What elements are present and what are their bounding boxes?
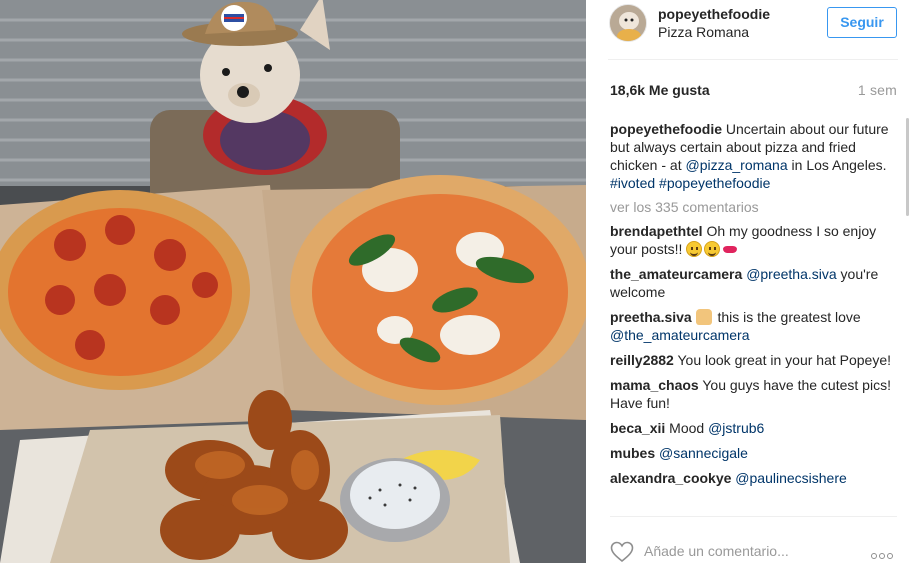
comment-username[interactable]: beca_xii <box>610 420 665 436</box>
caption-hashtag-ivoted[interactable]: #ivoted <box>610 175 655 191</box>
comment-mention[interactable]: @paulinecsishere <box>735 470 847 486</box>
comment-username[interactable]: mama_chaos <box>610 377 699 393</box>
caption-text-2: in Los Angeles. <box>787 157 887 173</box>
comment-mention[interactable]: @jstrub6 <box>708 420 764 436</box>
avatar-image <box>610 5 646 41</box>
comment-username[interactable]: reilly2882 <box>610 352 674 368</box>
comment-username[interactable]: the_amateurcamera <box>610 266 742 282</box>
raised-hands-emoji-icon <box>695 309 712 325</box>
post-side-panel: popeyethefoodie Pizza Romana Seguir 18,6… <box>586 0 912 563</box>
comment-username[interactable]: brendapethtel <box>610 223 703 239</box>
comment-item: the_amateurcamera @preetha.siva you're w… <box>610 265 896 301</box>
caption-username[interactable]: popeyethefoodie <box>610 121 722 137</box>
dot <box>871 553 877 559</box>
comment-item: beca_xii Mood @jstrub6 <box>610 419 896 437</box>
comment-mention[interactable]: @preetha.siva <box>746 266 836 282</box>
comment-item: preetha.siva this is the greatest love @… <box>610 308 896 344</box>
smiley-emoji-icon <box>704 241 721 257</box>
comments-scrollbar[interactable] <box>906 118 909 216</box>
post-header: popeyethefoodie Pizza Romana Seguir <box>608 0 898 60</box>
comment-username[interactable]: preetha.siva <box>610 309 692 325</box>
likes-row: 18,6k Me gusta 1 sem <box>610 82 897 102</box>
caption-hashtag-popeyethefoodie[interactable]: #popeyethefoodie <box>659 175 770 191</box>
post-location[interactable]: Pizza Romana <box>658 24 749 40</box>
follow-button[interactable]: Seguir <box>827 7 897 38</box>
comment-text: this is the greatest love <box>713 309 861 325</box>
divider <box>610 516 897 517</box>
comment-username[interactable]: alexandra_cookye <box>610 470 731 486</box>
comment-item: reilly2882 You look great in your hat Po… <box>610 351 896 369</box>
comment-item: brendapethtel Oh my goodness I so enjoy … <box>610 222 896 258</box>
caption: popeyethefoodie Uncertain about our futu… <box>610 120 896 192</box>
comment-item: alexandra_cookye @paulinecsishere <box>610 469 896 487</box>
post-photo[interactable] <box>0 0 586 563</box>
post-age[interactable]: 1 sem <box>858 82 897 98</box>
comment-username[interactable]: mubes <box>610 445 655 461</box>
heart-icon[interactable] <box>610 541 634 563</box>
comment-item: mama_chaos You guys have the cutest pics… <box>610 376 896 412</box>
likes-count[interactable]: 18,6k Me gusta <box>610 82 710 98</box>
dot <box>887 553 893 559</box>
comment-text: You look great in your hat Popeye! <box>677 352 892 368</box>
smiley-emoji-icon <box>686 241 703 257</box>
comment-text: Mood <box>669 420 709 436</box>
post-photo-illustration <box>0 0 586 563</box>
add-comment-row <box>608 536 898 563</box>
dot <box>879 553 885 559</box>
view-all-comments-link[interactable]: ver los 335 comentarios <box>610 198 896 216</box>
comment-mention[interactable]: @sannecigale <box>659 445 748 461</box>
avatar[interactable] <box>609 4 647 42</box>
more-options-icon[interactable] <box>871 546 897 559</box>
comment-mention[interactable]: @the_amateurcamera <box>610 327 750 343</box>
add-comment-input[interactable] <box>644 542 844 560</box>
kiss-lips-emoji-icon <box>722 241 738 257</box>
caption-mention[interactable]: @pizza_romana <box>685 157 787 173</box>
comment-item: mubes @sannecigale <box>610 444 896 462</box>
post-author-username[interactable]: popeyethefoodie <box>658 6 770 22</box>
comments-list[interactable]: popeyethefoodie Uncertain about our futu… <box>610 120 896 520</box>
